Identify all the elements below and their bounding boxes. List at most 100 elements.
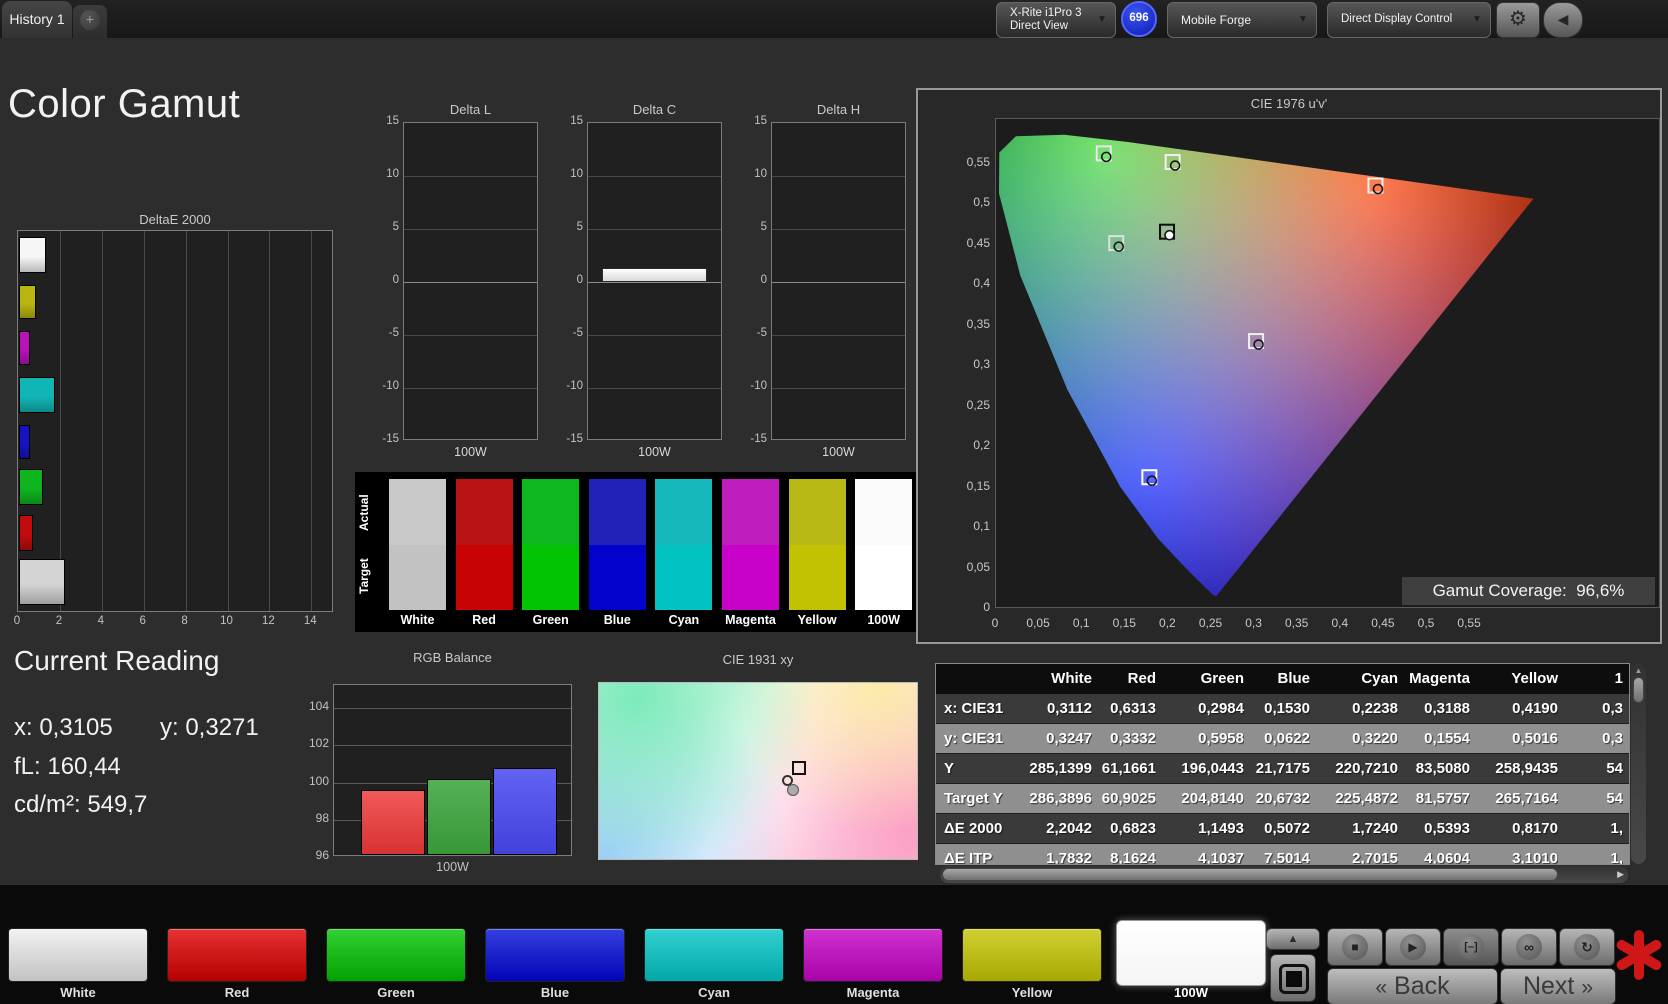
measurement-count-badge[interactable]: 696 <box>1121 1 1157 37</box>
table-cell: 0,6313 <box>1110 700 1156 717</box>
table-cell: 0,5072 <box>1264 820 1310 837</box>
cie1976-x-tick: 0,35 <box>1285 616 1309 630</box>
delta-y-tick: 0 <box>760 274 767 286</box>
deltae2000-chart <box>17 230 333 612</box>
deltae-x-tick: 0 <box>13 615 21 627</box>
play-button[interactable]: ▶ <box>1385 928 1441 966</box>
workflow-dropdown[interactable]: Direct Display Control ▼ <box>1327 2 1491 38</box>
pattern-button-red[interactable] <box>167 928 307 982</box>
scroll-right-icon[interactable]: ▶ <box>1617 869 1624 880</box>
delta-y-tick: -15 <box>750 433 767 445</box>
table-cell: 8,1624 <box>1110 850 1156 865</box>
table-cell: 0,1530 <box>1264 700 1310 717</box>
cie1976-y-tick: 0,45 <box>966 235 990 250</box>
delta-y-tick: 10 <box>386 168 399 180</box>
table-cell: 220,7210 <box>1335 760 1398 777</box>
stop-button[interactable]: ■ <box>1327 928 1383 966</box>
bracket-size-icon: [–] <box>1458 934 1484 960</box>
zero-line <box>404 282 537 283</box>
row-label: y: CIE31 <box>944 730 1004 747</box>
chevron-down-icon[interactable]: ▼ <box>1296 13 1310 27</box>
table-header-cell: Green <box>1200 670 1244 687</box>
back-button[interactable]: « Back <box>1327 968 1498 1004</box>
table-header-cell: Magenta <box>1409 670 1470 687</box>
delta-l-chart <box>403 122 538 440</box>
plus-icon[interactable]: + <box>80 10 100 30</box>
table-cell: 0,4190 <box>1512 700 1558 717</box>
continuous-measure-button[interactable]: ∞ <box>1501 928 1557 966</box>
settings-button[interactable]: ⚙ <box>1496 2 1540 38</box>
pattern-button-blue[interactable] <box>485 928 625 982</box>
refresh-button[interactable]: ↻ <box>1559 928 1615 966</box>
gridline <box>772 388 905 389</box>
arrow-up-icon: ▲ <box>1287 933 1299 945</box>
deltae-x-tick: 14 <box>303 615 317 627</box>
table-vertical-scrollbar[interactable]: ▲ <box>1631 664 1646 864</box>
table-cell: 21,7175 <box>1255 760 1310 777</box>
table-row: Y 285,1399 61,1661 196,0443 21,7175 220,7210 8… <box>936 754 1629 784</box>
pattern-button-yellow[interactable] <box>962 928 1102 982</box>
rgb-y-tick: 98 <box>315 810 329 825</box>
delta-y-tick: 5 <box>392 221 399 233</box>
cie1976-x-tick: 0,25 <box>1198 616 1223 630</box>
source-dropdown[interactable]: Mobile Forge ▼ <box>1167 2 1317 38</box>
cie1976-y-tick: 0,55 <box>966 154 990 169</box>
table-hscroll-thumb[interactable] <box>942 868 1558 881</box>
pattern-label: Yellow <box>1011 985 1053 1000</box>
table-cell: 7,5014 <box>1264 850 1310 865</box>
pattern-button-cyan[interactable] <box>644 928 784 982</box>
table-header-cell: Red <box>1127 670 1156 687</box>
delta-chart-title: Delta C <box>632 102 677 117</box>
chevron-down-icon[interactable]: ▼ <box>1470 13 1484 27</box>
deltae-bar-100w <box>19 237 47 273</box>
delta-y-tick: 0 <box>392 274 399 286</box>
deltae-bar-red <box>19 515 34 551</box>
delta-x-label: 100W <box>638 445 671 459</box>
gear-icon: ⚙ <box>1509 8 1527 30</box>
current-reading-cdm2: cd/m²: 549,7 <box>14 791 148 818</box>
cie1976-x-tick: 0,4 <box>1331 616 1349 630</box>
top-bar: History 1 + X-Rite i1Pro 3 Direct View ▼ … <box>0 0 1668 38</box>
table-cell: 0,5393 <box>1424 820 1470 837</box>
gamut-coverage-readout: Gamut Coverage: 96,6% <box>1402 577 1655 605</box>
deltae-bar-magenta <box>19 331 31 365</box>
gridline <box>404 176 537 177</box>
delta-y-tick: 0 <box>576 274 583 286</box>
chevron-down-icon[interactable]: ▼ <box>1095 13 1109 27</box>
delta-y-tick: -15 <box>566 433 583 445</box>
pattern-button-magenta[interactable] <box>803 928 943 982</box>
cie1976-y-tick: 0,4 <box>973 276 990 290</box>
table-cell: 0,1554 <box>1424 730 1470 747</box>
pattern-button-white[interactable] <box>8 928 148 982</box>
add-tab[interactable]: + <box>73 5 107 38</box>
cie1976-x-tick: 0,05 <box>1026 616 1050 630</box>
rgb-balance-title: RGB Balance <box>413 650 492 665</box>
swatch-label: Cyan <box>668 613 700 627</box>
table-cell: 0,0622 <box>1264 730 1310 747</box>
tab-history-1[interactable]: History 1 <box>2 1 72 38</box>
meter-dropdown[interactable]: X-Rite i1Pro 3 Direct View ▼ <box>996 2 1116 38</box>
table-horizontal-scrollbar[interactable]: ▶ <box>940 866 1628 883</box>
pattern-button-green[interactable] <box>326 928 466 982</box>
pattern-size-button[interactable]: [–] <box>1443 928 1499 966</box>
pattern-window-up-button[interactable]: ▲ <box>1266 928 1320 950</box>
rgb-bar-blue <box>493 767 557 855</box>
play-icon: ▶ <box>1400 934 1426 960</box>
scroll-up-icon[interactable]: ▲ <box>1633 666 1644 675</box>
collapse-panel-button[interactable]: ◀ <box>1543 2 1583 38</box>
gridline <box>59 231 61 611</box>
next-button[interactable]: Next » <box>1500 968 1616 1004</box>
pattern-button-100w[interactable] <box>1116 920 1266 986</box>
table-cell: 61,1661 <box>1101 760 1156 777</box>
table-cell: 20,6732 <box>1255 790 1310 807</box>
swatch-target <box>588 544 646 610</box>
pattern-label: Blue <box>540 985 570 1000</box>
table-cell: 3,1010 <box>1512 850 1558 865</box>
cie1976-x-tick: 0 <box>991 616 999 630</box>
cie1931-previous-marker <box>787 784 799 796</box>
target-row-label: Target <box>357 558 371 594</box>
zero-line <box>772 282 905 283</box>
table-vscroll-thumb[interactable] <box>1633 677 1644 703</box>
pattern-window-button[interactable] <box>1270 954 1316 1002</box>
delta-y-tick: -15 <box>382 433 399 445</box>
